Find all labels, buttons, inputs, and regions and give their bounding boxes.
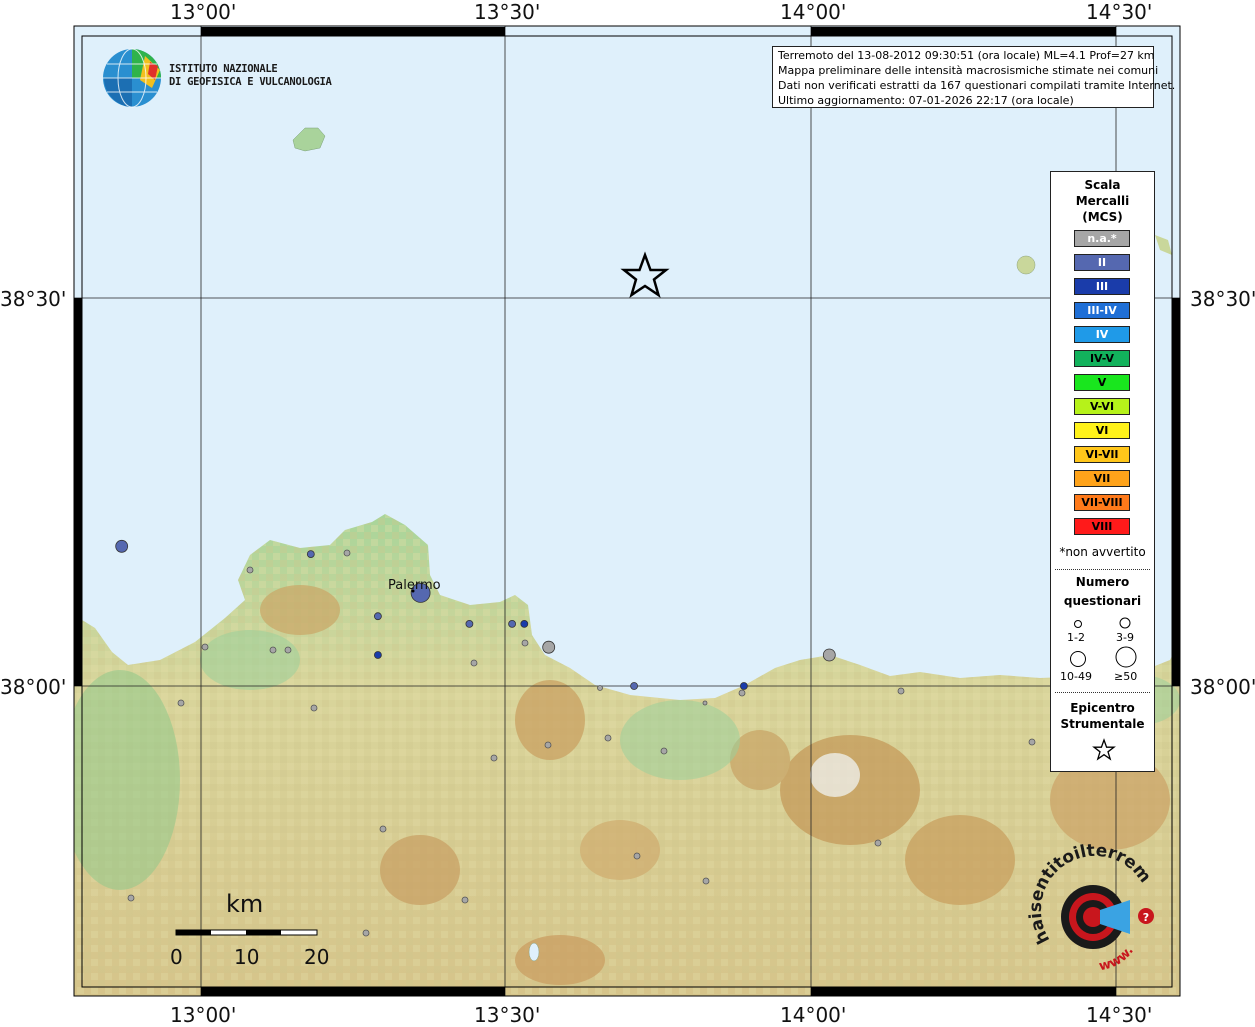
lon-label-bottom-1400: 14°00' [780, 1003, 847, 1027]
logo-line-2: DI GEOFISICA E VULCANOLOGIA [169, 76, 332, 88]
lat-label-left-3830: 38°30' [0, 287, 67, 311]
intensity-point [740, 682, 748, 690]
lon-label-top-1400: 14°00' [780, 0, 847, 24]
logo-line-1: ISTITUTO NAZIONALE [169, 63, 278, 75]
legend-separator-1 [1055, 569, 1150, 570]
intensity-point [520, 620, 529, 628]
scale-tick-10: 10 [234, 945, 260, 969]
q-label-10-49: 10-49 [1060, 670, 1092, 683]
intensity-point [115, 539, 129, 553]
lat-label-right-3830: 38°30' [1190, 287, 1255, 311]
legend-swatch-v-vi: V-VI [1074, 398, 1130, 415]
legend-swatch-iii: III [1074, 278, 1130, 295]
legend-title: Scala Mercalli (MCS) [1051, 177, 1154, 225]
epicentro-title-line-2: Strumentale [1060, 717, 1145, 731]
intensity-point [630, 682, 638, 690]
island-alicudi [1016, 255, 1036, 275]
legend-separator-2 [1055, 692, 1150, 693]
q-label-1-2: 1-2 [1067, 631, 1085, 644]
legend-swatch-ii: II [1074, 254, 1130, 271]
lat-label-left-3800: 38°00' [0, 675, 67, 699]
legend-swatch-iv: IV [1074, 326, 1130, 343]
legend-swatch-vi: VI [1074, 422, 1130, 439]
star-icon [1092, 738, 1116, 761]
lat-label-right-3800: 38°00' [1190, 675, 1255, 699]
questionari-title-line-1: Numero [1075, 575, 1130, 589]
scale-bar [175, 929, 318, 936]
intensity-point [822, 648, 836, 662]
mcs-legend: Scala Mercalli (MCS) n.a.* II III III-IV IV I… [1050, 171, 1155, 772]
questionari-title-line-2: questionari [1063, 594, 1142, 608]
lon-label-bottom-1300: 13°00' [170, 1003, 237, 1027]
legend-note: *non avvertito [1059, 545, 1146, 559]
epicentro-title: Epicentro Strumentale [1051, 700, 1154, 732]
info-line-1: Terremoto del 13-08-2012 09:30:51 (ora l… [778, 49, 1155, 62]
info-line-3: Dati non verificati estratti da 167 ques… [778, 79, 1176, 92]
legend-title-line-3: (MCS) [1082, 210, 1123, 224]
ingv-logo-text: ISTITUTO NAZIONALE DI GEOFISICA E VULCAN… [169, 63, 332, 89]
lon-label-top-1430: 14°30' [1086, 0, 1153, 24]
lon-label-top-1330: 13°30' [474, 0, 541, 24]
questionari-title: Numero questionari [1051, 573, 1154, 611]
legend-title-line-2: Mercalli [1075, 194, 1130, 208]
intensity-point [306, 550, 315, 558]
intensity-point [508, 620, 516, 628]
legend-swatch-iv-v: IV-V [1074, 350, 1130, 367]
intensity-point [465, 620, 474, 628]
q-label-3-9: 3-9 [1116, 631, 1134, 644]
epicentro-title-line-1: Epicentro [1070, 701, 1135, 715]
intensity-point [373, 612, 382, 621]
scale-tick-0: 0 [170, 945, 183, 969]
legend-swatch-vii: VII [1074, 470, 1130, 487]
lake [528, 942, 540, 962]
legend-swatch-v: V [1074, 374, 1130, 391]
q-label-50: ≥50 [1114, 670, 1138, 683]
scale-unit: km [226, 890, 264, 918]
legend-swatch-n-a: n.a.* [1074, 230, 1130, 247]
earthquake-info-box: Terremoto del 13-08-2012 09:30:51 (ora l… [772, 46, 1176, 108]
lon-label-bottom-1330: 13°30' [474, 1003, 541, 1027]
city-label-palermo: Palermo [388, 578, 441, 593]
globe-icon [103, 48, 161, 108]
legend-swatch-iii-iv: III-IV [1074, 302, 1130, 319]
legend-swatch-vi-vii: VI-VII [1074, 446, 1130, 463]
intensity-point [373, 651, 382, 659]
legend-swatch-viii: VIII [1074, 518, 1130, 535]
scale-tick-20: 20 [304, 945, 330, 969]
intensity-point [542, 640, 556, 654]
info-line-2: Mappa preliminare delle intensità macros… [778, 64, 1159, 77]
legend-title-line-1: Scala [1084, 178, 1121, 192]
legend-swatch-vii-viii: VII-VIII [1074, 494, 1130, 511]
lon-label-top-1300: 13°00' [170, 0, 237, 24]
svg-text:?: ? [1143, 911, 1149, 924]
lon-label-bottom-1430: 14°30' [1086, 1003, 1153, 1027]
info-line-4: Ultimo aggiornamento: 07-01-2026 22:17 (… [778, 94, 1074, 107]
